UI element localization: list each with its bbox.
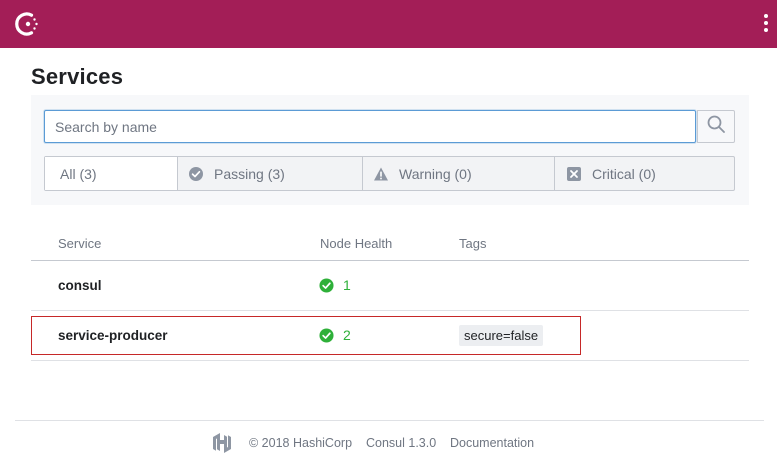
check-circle-icon xyxy=(319,327,334,343)
node-health-count: 1 xyxy=(343,277,351,293)
hashicorp-logo-icon[interactable] xyxy=(212,432,232,453)
check-circle-icon xyxy=(188,166,204,182)
x-square-icon xyxy=(566,166,582,182)
top-navigation-bar xyxy=(0,0,777,48)
health-filter-tabs: All (3) Passing (3) Warning (0) Critical… xyxy=(44,156,735,191)
warning-triangle-icon xyxy=(373,166,389,182)
tab-label: All (3) xyxy=(60,165,97,182)
tab-label: Warning (0) xyxy=(399,165,472,182)
tab-label: Passing (3) xyxy=(214,165,285,182)
consul-logo-icon[interactable] xyxy=(14,10,42,38)
footer: © 2018 HashiCorp Consul 1.3.0 Documentat… xyxy=(0,430,777,454)
documentation-link[interactable]: Documentation xyxy=(450,436,534,450)
service-name-link[interactable]: service-producer xyxy=(58,328,168,343)
table-header: Service Node Health Tags xyxy=(31,224,749,261)
page-title: Services xyxy=(31,64,124,89)
search-input[interactable] xyxy=(44,110,696,143)
tab-label: Critical (0) xyxy=(592,165,656,182)
footer-version: Consul 1.3.0 xyxy=(366,436,437,450)
table-row[interactable]: consul 1 xyxy=(31,261,749,311)
node-health-cell: 1 xyxy=(319,277,351,293)
services-table: Service Node Health Tags consul 1 servic… xyxy=(31,224,749,361)
table-row[interactable]: service-producer 2 secure=false xyxy=(31,311,749,361)
column-header-tags[interactable]: Tags xyxy=(459,236,486,251)
service-name-link[interactable]: consul xyxy=(58,278,102,293)
tab-warning[interactable]: Warning (0) xyxy=(362,157,554,190)
tab-critical[interactable]: Critical (0) xyxy=(554,157,734,190)
footer-divider xyxy=(15,420,764,421)
column-header-node-health[interactable]: Node Health xyxy=(320,236,392,251)
search-icon xyxy=(706,114,726,139)
search-button[interactable] xyxy=(697,110,735,143)
node-health-cell: 2 xyxy=(319,327,351,343)
footer-copyright: © 2018 HashiCorp xyxy=(249,436,353,450)
service-tag: secure=false xyxy=(459,325,544,346)
check-circle-icon xyxy=(319,277,334,293)
column-header-service[interactable]: Service xyxy=(58,236,101,251)
tab-passing[interactable]: Passing (3) xyxy=(177,157,362,190)
tab-all[interactable]: All (3) xyxy=(45,157,177,190)
kebab-menu-icon[interactable] xyxy=(761,14,771,36)
node-health-count: 2 xyxy=(343,327,351,343)
